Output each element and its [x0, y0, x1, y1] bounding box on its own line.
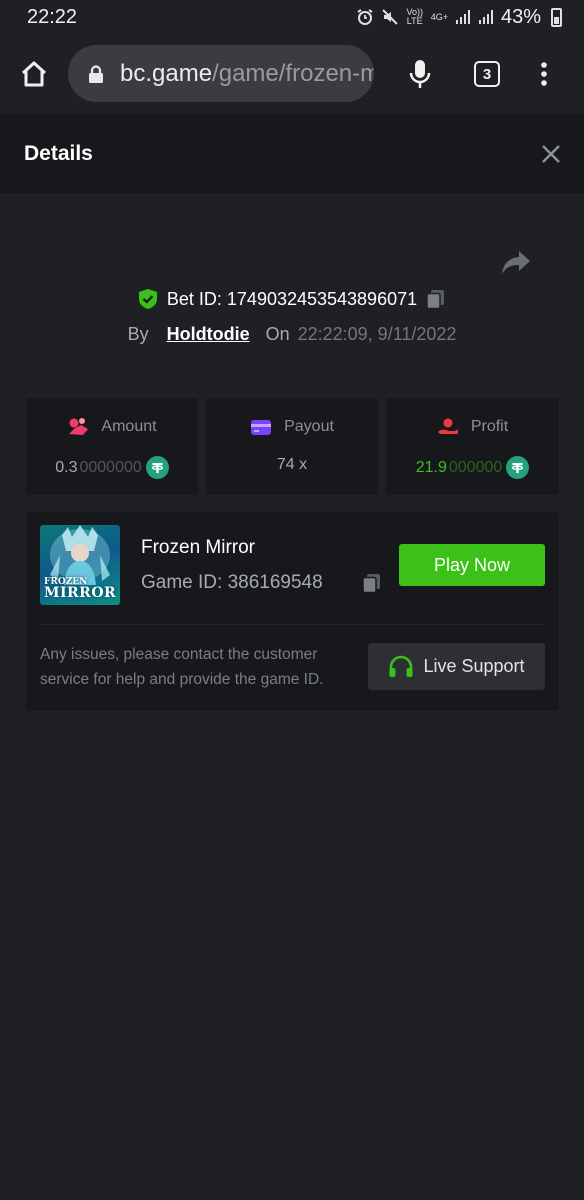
verified-shield-icon: [138, 289, 157, 309]
usdt-token-icon: [145, 456, 169, 479]
amount-icon: [69, 418, 89, 435]
bet-id-text: Bet ID: 1749032453543896071: [166, 288, 418, 309]
payout-value: 74 x: [276, 456, 308, 473]
game-id-text: Game ID: 386169548: [141, 572, 323, 593]
page-title: Details: [24, 141, 93, 165]
profit-card: Profit 21.9 000000: [386, 398, 559, 495]
details-header: Details: [0, 114, 584, 193]
game-name: Frozen Mirror: [141, 537, 256, 558]
card-icon: [251, 420, 272, 435]
profit-icon: [437, 418, 458, 434]
more-menu-icon[interactable]: [534, 60, 554, 88]
volte-indicator: Vo)) LTE: [406, 7, 423, 26]
game-card: FROZEN MIRROR Frozen Mirror Game ID: 386…: [26, 512, 559, 711]
bet-id-row: Bet ID: 1749032453543896071: [0, 288, 584, 310]
signal-icon: [455, 10, 470, 24]
share-icon[interactable]: [501, 248, 531, 276]
game-thumbnail[interactable]: FROZEN MIRROR: [40, 525, 120, 605]
by-label: By: [127, 324, 149, 344]
copy-game-id-icon[interactable]: [361, 572, 383, 594]
bet-datetime: 22:22:09, 9/11/2022: [297, 324, 457, 344]
microphone-icon[interactable]: [406, 58, 434, 90]
lock-icon: [89, 64, 103, 83]
status-icons: Vo)) LTE 4G+ 43%: [356, 6, 562, 29]
home-icon[interactable]: [18, 58, 50, 90]
amount-label: Amount: [101, 418, 157, 435]
headset-icon: [389, 655, 413, 677]
status-time: 22:22: [27, 5, 78, 28]
battery-percent: 43%: [500, 5, 541, 28]
amount-card: Amount 0.3 0000000: [26, 398, 198, 495]
mute-icon: [381, 9, 398, 25]
battery-icon: [551, 7, 562, 27]
live-support-label: Live Support: [423, 656, 525, 676]
payout-card: Payout 74 x: [206, 398, 378, 495]
profit-value: 21.9 000000: [386, 456, 559, 479]
network-type: 4G+: [430, 11, 448, 22]
alarm-icon: [357, 9, 373, 25]
url-text: bc.game/game/frozen-mirror: [120, 59, 374, 87]
usdt-token-icon: [506, 456, 530, 479]
payout-label: Payout: [284, 418, 334, 435]
copy-icon[interactable]: [425, 288, 447, 310]
issues-text: Any issues, please contact the customer …: [40, 646, 324, 688]
bet-meta-row: By Holdtodie On 22:22:09, 9/11/2022: [0, 324, 584, 345]
amount-value: 0.3 0000000: [26, 456, 198, 479]
on-label: On: [265, 324, 290, 344]
game-thumbnail-title: FROZEN MIRROR: [44, 577, 117, 601]
tab-switcher-button[interactable]: 3: [474, 61, 500, 87]
close-icon[interactable]: [540, 143, 562, 165]
profit-label: Profit: [470, 418, 509, 435]
address-bar[interactable]: bc.game/game/frozen-mirror: [68, 45, 374, 102]
signal-icon-2: [478, 10, 493, 24]
play-now-button[interactable]: Play Now: [399, 544, 545, 586]
username-link[interactable]: Holdtodie: [167, 324, 250, 345]
status-bar: 22:22 Vo)) LTE 4G+ 43%: [0, 0, 584, 34]
live-support-button[interactable]: Live Support: [368, 643, 545, 690]
divider: [40, 624, 545, 625]
browser-toolbar: bc.game/game/frozen-mirror 3: [0, 34, 584, 114]
